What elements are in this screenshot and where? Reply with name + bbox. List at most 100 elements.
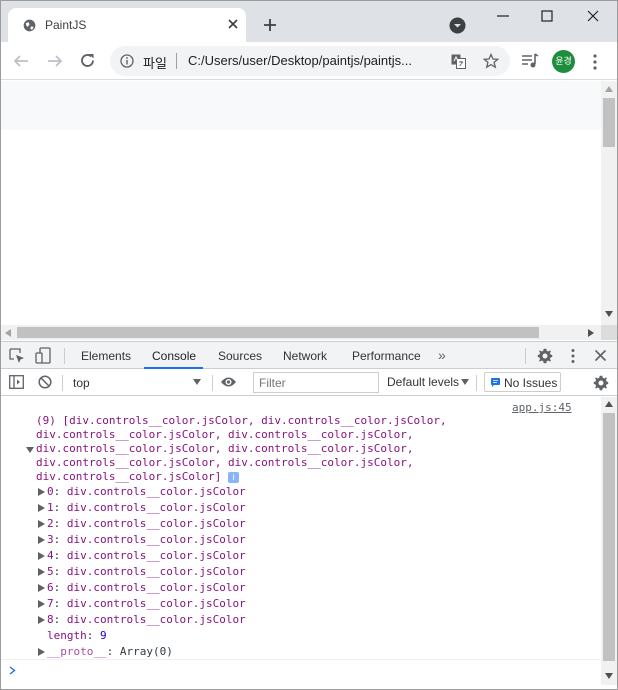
page-horizontal-scrollbar[interactable] <box>0 325 601 340</box>
tab-strip: PaintJS <box>0 0 618 42</box>
console-filter-input[interactable] <box>253 372 379 393</box>
page-canvas-area[interactable] <box>1 81 601 130</box>
device-toolbar-icon[interactable] <box>35 347 53 364</box>
array-entry-row[interactable]: 1: div.controls__color.jsColor <box>47 501 246 515</box>
translate-icon[interactable] <box>451 54 466 69</box>
expand-triangle-icon[interactable] <box>38 568 45 576</box>
log-summary-line-2[interactable]: div.controls__color.jsColor, div.control… <box>36 428 414 442</box>
array-entry-row[interactable]: 0: div.controls__color.jsColor <box>47 485 246 499</box>
bookmark-star-icon[interactable] <box>483 53 499 69</box>
close-tab-icon[interactable] <box>226 17 240 31</box>
proto-key: __proto__ <box>47 645 107 658</box>
tab-search-icon[interactable] <box>449 17 466 34</box>
entry-index: 7 <box>47 597 54 610</box>
scrollbar-corner <box>601 325 617 340</box>
length-row: length: 9 <box>47 629 107 643</box>
browser-toolbar: 파일 C:/Users/user/Desktop/paintjs/paintjs… <box>0 42 618 80</box>
tabbar-divider <box>64 348 65 364</box>
array-entry-row[interactable]: 3: div.controls__color.jsColor <box>47 533 246 547</box>
scroll-up-icon[interactable] <box>605 86 613 92</box>
array-entry-row[interactable]: 6: div.controls__color.jsColor <box>47 581 246 595</box>
expand-triangle-icon[interactable] <box>38 600 45 608</box>
tab-elements[interactable]: Elements <box>81 349 131 363</box>
maximize-icon[interactable] <box>539 8 555 24</box>
page-scroll-thumb[interactable] <box>603 98 615 147</box>
media-queue-icon[interactable] <box>521 53 539 69</box>
expand-triangle-icon[interactable] <box>38 504 45 512</box>
new-tab-icon[interactable] <box>262 17 278 33</box>
close-devtools-icon[interactable] <box>594 349 607 362</box>
log-levels-dropdown[interactable]: Default levels <box>387 375 459 389</box>
clear-console-icon[interactable] <box>38 375 52 389</box>
tab-sources[interactable]: Sources <box>218 349 262 363</box>
issues-label: No Issues <box>504 376 558 390</box>
tab-title: PaintJS <box>45 18 87 32</box>
console-sidebar-icon[interactable] <box>9 375 24 389</box>
colon: : <box>86 629 100 642</box>
entry-value: div.controls__color.jsColor <box>66 501 246 514</box>
info-badge-icon[interactable]: i <box>228 471 240 483</box>
log-summary-line-5[interactable]: div.controls__color.jsColor] i <box>36 470 240 484</box>
collapse-triangle-icon[interactable] <box>26 446 34 454</box>
console-vertical-scrollbar[interactable] <box>601 397 617 685</box>
profile-avatar[interactable]: 윤경 <box>552 50 575 73</box>
scroll-up-icon[interactable] <box>605 401 613 407</box>
expand-triangle-icon[interactable] <box>38 552 45 560</box>
console-output[interactable]: app.js:45 (9) [div.controls__color.jsCol… <box>0 397 600 685</box>
close-window-icon[interactable] <box>585 8 601 24</box>
prompt-chevron-icon <box>9 666 16 675</box>
log-summary-line-4[interactable]: div.controls__color.jsColor, div.control… <box>36 456 414 470</box>
source-link[interactable]: app.js:45 <box>512 401 572 415</box>
toolbar-divider <box>476 375 477 391</box>
log-summary-line-1[interactable]: (9) [div.controls__color.jsColor, div.co… <box>36 414 447 428</box>
page-vertical-scrollbar[interactable] <box>601 81 617 325</box>
scroll-left-icon[interactable] <box>5 329 11 337</box>
issues-button[interactable]: No Issues <box>484 372 561 392</box>
entry-index: 3 <box>47 533 54 546</box>
expand-triangle-icon[interactable] <box>38 648 45 656</box>
array-entry-row[interactable]: 7: div.controls__color.jsColor <box>47 597 246 611</box>
scroll-down-icon[interactable] <box>605 311 613 317</box>
array-entry-row[interactable]: 5: div.controls__color.jsColor <box>47 565 246 579</box>
address-bar[interactable]: 파일 C:/Users/user/Desktop/paintjs/paintjs… <box>110 46 510 76</box>
info-icon[interactable] <box>120 54 134 68</box>
forward-arrow-icon[interactable] <box>45 52 65 70</box>
url-text[interactable]: C:/Users/user/Desktop/paintjs/paintjs... <box>188 53 412 68</box>
array-entry-row[interactable]: 2: div.controls__color.jsColor <box>47 517 246 531</box>
tab-console[interactable]: Console <box>152 349 196 363</box>
proto-row[interactable]: __proto__: Array(0) <box>47 645 173 659</box>
context-selector[interactable]: top <box>68 373 204 392</box>
console-scroll-thumb[interactable] <box>603 413 615 661</box>
expand-triangle-icon[interactable] <box>38 616 45 624</box>
scroll-right-icon[interactable] <box>588 329 594 337</box>
live-expression-eye-icon[interactable] <box>220 376 237 388</box>
tab-paintjs[interactable]: PaintJS <box>8 8 246 42</box>
browser-menu-icon[interactable] <box>592 53 598 71</box>
console-toolbar: top Default levels No Issues <box>0 369 618 396</box>
scroll-down-icon[interactable] <box>605 673 613 679</box>
page-viewport <box>0 81 618 340</box>
more-tabs-button[interactable]: » <box>438 347 446 363</box>
entry-value: div.controls__color.jsColor <box>66 581 246 594</box>
back-arrow-icon[interactable] <box>11 52 31 70</box>
console-settings-gear-icon[interactable] <box>593 375 609 391</box>
entry-index: 0 <box>47 485 54 498</box>
array-entry-row[interactable]: 8: div.controls__color.jsColor <box>47 613 246 627</box>
reload-icon[interactable] <box>78 51 97 70</box>
chevron-down-icon <box>193 379 201 385</box>
tab-performance[interactable]: Performance <box>352 349 421 363</box>
page-hscroll-thumb[interactable] <box>17 327 539 338</box>
expand-triangle-icon[interactable] <box>38 584 45 592</box>
console-prompt[interactable] <box>0 659 600 685</box>
settings-gear-icon[interactable] <box>537 348 553 364</box>
devtools-menu-icon[interactable] <box>570 348 576 364</box>
colon: : <box>53 581 67 594</box>
expand-triangle-icon[interactable] <box>38 520 45 528</box>
log-summary-line-3[interactable]: div.controls__color.jsColor, div.control… <box>36 442 414 456</box>
array-entry-row[interactable]: 4: div.controls__color.jsColor <box>47 549 246 563</box>
tab-network[interactable]: Network <box>283 349 327 363</box>
expand-triangle-icon[interactable] <box>38 536 45 544</box>
inspect-element-icon[interactable] <box>9 348 25 364</box>
minimize-icon[interactable] <box>495 9 511 23</box>
expand-triangle-icon[interactable] <box>38 488 45 496</box>
